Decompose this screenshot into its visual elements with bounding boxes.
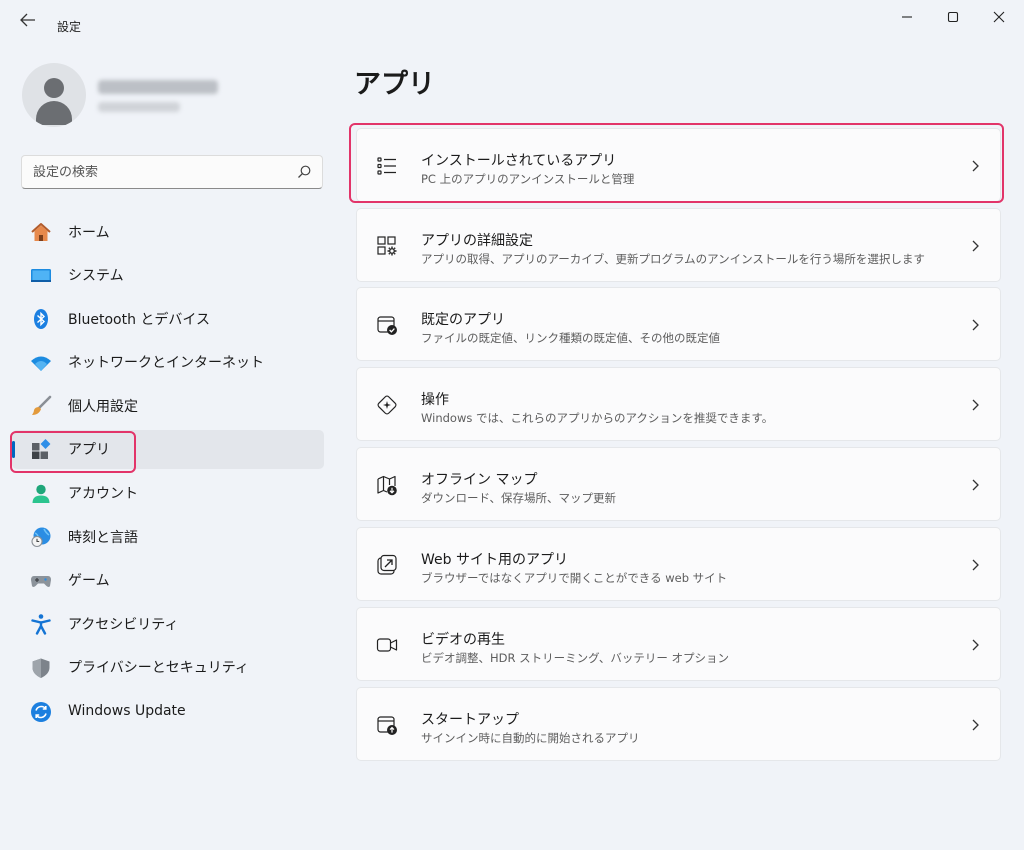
sidebar-item-label: Bluetooth とデバイス <box>68 311 210 328</box>
sidebar-item-label: ネットワークとインターネット <box>68 355 264 372</box>
sidebar-item-label: 個人用設定 <box>68 398 138 415</box>
card-description: PC 上のアプリのアンインストールと管理 <box>421 172 635 186</box>
home-icon <box>30 221 52 243</box>
card-title: アプリの詳細設定 <box>421 233 533 249</box>
chevron-right-icon <box>972 319 979 331</box>
card-advanced-app-settings[interactable]: アプリの詳細設定 アプリの取得、アプリのアーカイブ、更新プログラムのアンインスト… <box>356 208 1001 282</box>
card-description: ファイルの既定値、リンク種類の既定値、その他の既定値 <box>421 331 720 345</box>
sidebar-item-apps[interactable]: アプリ <box>12 429 324 469</box>
shield-icon <box>30 657 52 679</box>
profile-name-blurred <box>98 80 218 94</box>
sidebar-item-time-language[interactable]: 時刻と言語 <box>12 517 324 556</box>
avatar-head-shape <box>44 78 64 98</box>
card-description: Windows では、これらのアプリからのアクションを推奨できます。 <box>421 411 774 425</box>
card-description: ダウンロード、保存場所、マップ更新 <box>421 491 617 505</box>
chevron-right-icon <box>972 479 979 491</box>
wifi-icon <box>30 352 52 374</box>
sidebar-item-accounts[interactable]: アカウント <box>12 474 324 513</box>
sidebar-item-windows-update[interactable]: Windows Update <box>12 692 324 731</box>
title-bar: 設定 <box>0 0 1024 40</box>
sidebar-item-label: システム <box>68 268 124 285</box>
minimize-button[interactable] <box>884 0 930 34</box>
sidebar-nav: ホーム システム Bluetooth とデバイス ネットワークとインターネット … <box>12 212 324 735</box>
bluetooth-icon <box>30 308 52 330</box>
settings-window: 設定 設定の検索 ホーム システム Bluetooth とデバイス ネットワーク… <box>0 0 1024 850</box>
close-button[interactable] <box>976 0 1022 34</box>
chevron-right-icon <box>972 719 979 731</box>
profile-account-type-blurred <box>98 102 180 112</box>
sidebar-item-privacy-security[interactable]: プライバシーとセキュリティ <box>12 648 324 687</box>
gamepad-icon <box>30 570 52 592</box>
avatar[interactable] <box>22 63 86 127</box>
apps-icon <box>30 439 52 461</box>
sidebar-item-personalization[interactable]: 個人用設定 <box>12 386 324 425</box>
search-icon[interactable] <box>296 164 312 180</box>
sidebar-item-network[interactable]: ネットワークとインターネット <box>12 343 324 382</box>
offline-map-icon <box>377 475 397 496</box>
app-settings-icon <box>377 236 397 256</box>
paintbrush-icon <box>30 395 52 417</box>
card-title: オフライン マップ <box>421 472 538 488</box>
sidebar-item-label: アプリ <box>68 442 110 459</box>
sidebar-item-home[interactable]: ホーム <box>12 212 324 251</box>
sidebar-item-accessibility[interactable]: アクセシビリティ <box>12 604 324 643</box>
sidebar-item-label: プライバシーとセキュリティ <box>68 660 249 677</box>
maximize-button[interactable] <box>930 0 976 34</box>
web-apps-icon <box>377 554 397 575</box>
card-offline-maps[interactable]: オフライン マップ ダウンロード、保存場所、マップ更新 <box>356 447 1001 521</box>
card-installed-apps[interactable]: インストールされているアプリ PC 上のアプリのアンインストールと管理 <box>356 128 1001 202</box>
sidebar-item-label: 時刻と言語 <box>68 529 138 546</box>
chevron-right-icon <box>972 240 979 252</box>
sidebar-item-label: アクセシビリティ <box>68 616 179 633</box>
chevron-right-icon <box>972 399 979 411</box>
close-icon <box>993 11 1005 23</box>
card-title: 既定のアプリ <box>421 312 505 328</box>
video-camera-icon <box>376 638 398 652</box>
sidebar-item-label: ホーム <box>68 224 110 241</box>
account-icon <box>30 483 52 505</box>
card-video-playback[interactable]: ビデオの再生 ビデオ調整、HDR ストリーミング、バッテリー オプション <box>356 607 1001 681</box>
chevron-right-icon <box>972 639 979 651</box>
card-title: Web サイト用のアプリ <box>421 552 568 568</box>
startup-icon <box>377 716 397 735</box>
chevron-right-icon <box>972 559 979 571</box>
card-title: スタートアップ <box>421 712 519 728</box>
avatar-body-shape <box>36 101 72 125</box>
back-arrow-icon <box>20 13 35 27</box>
sidebar-item-label: Windows Update <box>68 703 186 720</box>
card-startup[interactable]: スタートアップ サインイン時に自動的に開始されるアプリ <box>356 687 1001 761</box>
card-description: サインイン時に自動的に開始されるアプリ <box>421 731 640 745</box>
globe-clock-icon <box>30 526 52 548</box>
card-actions[interactable]: 操作 Windows では、これらのアプリからのアクションを推奨できます。 <box>356 367 1001 441</box>
sidebar-item-label: アカウント <box>68 486 138 503</box>
default-apps-icon <box>377 316 397 335</box>
sidebar-item-bluetooth[interactable]: Bluetooth とデバイス <box>12 299 324 338</box>
card-apps-for-websites[interactable]: Web サイト用のアプリ ブラウザーではなくアプリで開くことができる web サ… <box>356 527 1001 601</box>
card-title: インストールされているアプリ <box>421 153 617 169</box>
card-title: ビデオの再生 <box>421 632 505 648</box>
actions-icon <box>377 395 397 415</box>
card-title: 操作 <box>421 392 449 408</box>
chevron-right-icon <box>972 160 979 172</box>
window-title: 設定 <box>57 20 82 34</box>
card-description: ブラウザーではなくアプリで開くことができる web サイト <box>421 571 728 585</box>
maximize-icon <box>947 11 959 23</box>
card-description: アプリの取得、アプリのアーカイブ、更新プログラムのアンインストールを行う場所を選… <box>421 252 925 266</box>
active-indicator <box>12 440 15 458</box>
windows-update-icon <box>30 701 52 723</box>
list-icon <box>377 157 396 175</box>
sidebar-item-system[interactable]: システム <box>12 256 324 295</box>
card-description: ビデオ調整、HDR ストリーミング、バッテリー オプション <box>421 651 729 665</box>
monitor-icon <box>30 265 52 287</box>
card-default-apps[interactable]: 既定のアプリ ファイルの既定値、リンク種類の既定値、その他の既定値 <box>356 287 1001 361</box>
sidebar-item-gaming[interactable]: ゲーム <box>12 561 324 600</box>
back-button[interactable] <box>12 8 44 32</box>
page-title: アプリ <box>354 69 435 100</box>
minimize-icon <box>902 16 912 18</box>
accessibility-icon <box>30 613 52 636</box>
sidebar-item-label: ゲーム <box>68 573 110 590</box>
search-box[interactable] <box>21 155 323 189</box>
search-input[interactable] <box>33 164 283 180</box>
